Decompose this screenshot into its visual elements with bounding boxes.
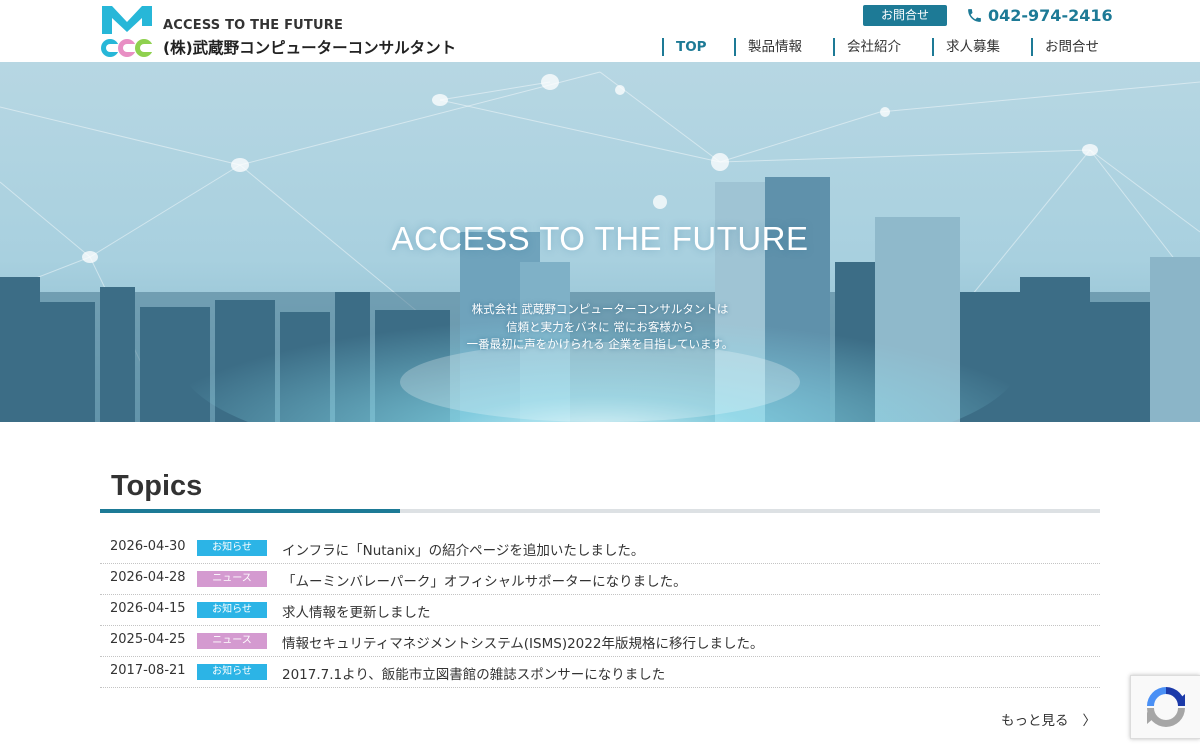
nav-item-company[interactable]: 会社紹介 <box>833 38 901 56</box>
contact-button[interactable]: お問合せ <box>863 5 947 26</box>
topic-date: 2026-04-30 <box>110 539 186 554</box>
topics-divider-accent <box>100 509 400 513</box>
topic-link[interactable]: インフラに「Nutanix」の紹介ページを追加いたしました。 <box>282 539 644 559</box>
recaptcha-badge[interactable] <box>1130 675 1200 739</box>
category-badge: お知らせ <box>197 540 267 556</box>
more-topics-link[interactable]: もっと見る〉 <box>1001 709 1096 729</box>
hero-line: 株式会社 武蔵野コンピューターコンサルタントは <box>471 302 729 316</box>
more-label: もっと見る <box>1001 713 1069 729</box>
topic-link[interactable]: 2017.7.1より、飯能市立図書館の雑誌スポンサーになりました <box>282 663 665 683</box>
phone-text: 042-974-2416 <box>988 5 1113 25</box>
phone-number[interactable]: 042-974-2416 <box>966 4 1113 26</box>
category-badge: お知らせ <box>197 602 267 618</box>
topics-list: 2026-04-30 お知らせ インフラに「Nutanix」の紹介ページを追加い… <box>100 533 1100 688</box>
nav-item-top[interactable]: TOP <box>662 38 707 56</box>
recaptcha-icon <box>1147 687 1185 727</box>
topic-link[interactable]: 「ムーミンバレーパーク」オフィシャルサポーターになりました。 <box>282 570 687 590</box>
chevron-right-icon: 〉 <box>1082 713 1097 729</box>
topic-date: 2026-04-28 <box>110 570 186 585</box>
topic-row[interactable]: 2026-04-28 ニュース 「ムーミンバレーパーク」オフィシャルサポーターに… <box>100 564 1100 595</box>
site-header: ACCESS TO THE FUTURE (株)武蔵野コンピューターコンサルタン… <box>0 0 1200 62</box>
nav-item-contact[interactable]: お問合せ <box>1031 38 1099 56</box>
brand-tagline: ACCESS TO THE FUTURE <box>163 18 344 33</box>
topic-link[interactable]: 求人情報を更新しました <box>282 601 431 621</box>
company-name[interactable]: (株)武蔵野コンピューターコンサルタント <box>163 36 456 58</box>
topic-row[interactable]: 2026-04-15 お知らせ 求人情報を更新しました <box>100 595 1100 626</box>
hero-line: 一番最初に声をかけられる 企業を目指しています。 <box>466 337 734 351</box>
phone-icon <box>968 8 981 22</box>
topic-row[interactable]: 2025-04-25 ニュース 情報セキュリティマネジメントシステム(ISMS)… <box>100 626 1100 657</box>
hero-title: ACCESS TO THE FUTURE <box>391 220 809 257</box>
category-badge: お知らせ <box>197 664 267 680</box>
topic-date: 2026-04-15 <box>110 601 186 616</box>
mcc-logo-icon[interactable] <box>100 4 154 58</box>
hero-description: 株式会社 武蔵野コンピューターコンサルタントは 信頼と実力をバネに 常にお客様か… <box>0 301 1200 354</box>
topic-row[interactable]: 2017-08-21 お知らせ 2017.7.1より、飯能市立図書館の雑誌スポン… <box>100 657 1100 688</box>
hero-banner: ACCESS TO THE FUTURE 株式会社 武蔵野コンピューターコンサル… <box>0 62 1200 422</box>
nav-item-products[interactable]: 製品情報 <box>734 38 802 56</box>
topics-heading: Topics <box>111 470 203 502</box>
topic-date: 2017-08-21 <box>110 663 186 678</box>
category-badge: ニュース <box>197 571 267 587</box>
topic-date: 2025-04-25 <box>110 632 186 647</box>
hero-line: 信頼と実力をバネに 常にお客様から <box>506 319 694 334</box>
topic-row[interactable]: 2026-04-30 お知らせ インフラに「Nutanix」の紹介ページを追加い… <box>100 533 1100 564</box>
category-badge: ニュース <box>197 633 267 649</box>
topic-link[interactable]: 情報セキュリティマネジメントシステム(ISMS)2022年版規格に移行しました。 <box>282 632 763 652</box>
nav-item-recruit[interactable]: 求人募集 <box>932 38 1000 56</box>
